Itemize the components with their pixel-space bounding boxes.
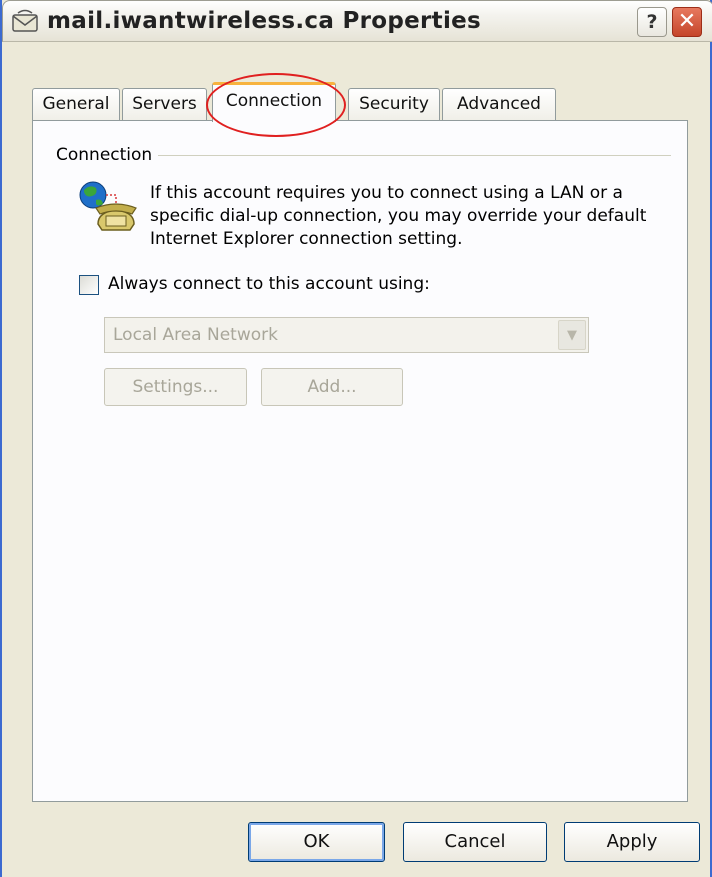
always-connect-checkbox[interactable] xyxy=(79,275,99,295)
connection-description: If this account requires you to connect … xyxy=(150,182,682,251)
always-connect-label[interactable]: Always connect to this account using: xyxy=(108,274,430,294)
tab-security[interactable]: Security xyxy=(348,88,440,120)
properties-dialog: mail.iwantwireless.ca Properties ? ✕ Gen… xyxy=(0,0,712,877)
window-title: mail.iwantwireless.ca Properties xyxy=(47,8,482,34)
cancel-button[interactable]: Cancel xyxy=(403,822,547,862)
ok-button[interactable]: OK xyxy=(248,822,385,862)
apply-button[interactable]: Apply xyxy=(564,822,700,862)
network-phone-icon xyxy=(79,181,137,231)
description-line: If this account requires you to connect … xyxy=(150,183,623,203)
tab-servers[interactable]: Servers xyxy=(122,88,207,120)
close-button[interactable]: ✕ xyxy=(672,7,702,37)
network-selected-value: Local Area Network xyxy=(113,325,278,345)
help-button[interactable]: ? xyxy=(637,7,667,37)
description-line: Internet Explorer connection setting. xyxy=(150,229,463,249)
annotation-circle xyxy=(206,73,346,137)
add-button[interactable]: Add... xyxy=(261,368,403,406)
description-line: specific dial-up connection, you may ove… xyxy=(150,206,647,226)
tab-advanced[interactable]: Advanced xyxy=(442,88,556,120)
settings-button[interactable]: Settings... xyxy=(104,368,247,406)
tab-general[interactable]: General xyxy=(32,88,120,120)
network-connection-select[interactable]: Local Area Network ▼ xyxy=(104,317,589,353)
mail-account-icon xyxy=(12,9,38,32)
title-bar[interactable]: mail.iwantwireless.ca Properties ? ✕ xyxy=(2,0,712,42)
chevron-down-icon[interactable]: ▼ xyxy=(558,320,586,350)
connection-group-label: Connection xyxy=(56,145,159,165)
